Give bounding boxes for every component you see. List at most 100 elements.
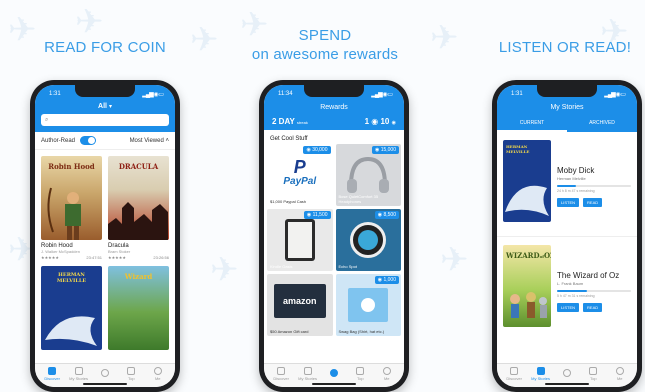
chevron-down-icon[interactable]: ▾ xyxy=(109,104,112,110)
reward-card-swag-bag[interactable]: ◉ 1,000 Swag Bag (Shirt, hat etc.) xyxy=(335,274,401,336)
book-card[interactable]: HERMAN MELVILLE xyxy=(41,266,102,350)
discover-title[interactable]: All xyxy=(98,103,107,110)
story-cover-wizard-of-oz[interactable]: WIZARDofOZ xyxy=(503,245,551,327)
reward-cost: ◉ 11,500 xyxy=(303,211,331,219)
tab-me[interactable]: Me xyxy=(377,366,397,381)
coin-icon: ◉ xyxy=(377,277,383,283)
notch xyxy=(75,85,135,97)
tab-label: Me xyxy=(616,375,623,381)
coin-value: 10 xyxy=(380,117,390,126)
book-card[interactable]: DRACULA Dracula Bram Stoker ★★★★★ 23:26:… xyxy=(108,156,169,260)
book-cover-dracula[interactable]: DRACULA xyxy=(108,156,169,240)
person-icon xyxy=(153,366,162,375)
author-read-toggle[interactable] xyxy=(79,136,96,145)
tab-me[interactable]: Me xyxy=(148,366,168,381)
listen-button[interactable]: LISTEN xyxy=(557,303,580,312)
reward-card-amazon[interactable]: amazon $50 Amazon Gift card xyxy=(267,274,333,336)
reward-card-echo-spot[interactable]: ◉ 8,500 Echo Spot xyxy=(335,209,401,271)
home-indicator xyxy=(83,383,127,385)
story-item[interactable]: WIZARDofOZ The Wizard of Oz L. Frank Bau… xyxy=(497,236,637,340)
reward-card-paypal[interactable]: ◉ 30,000 P PayPal $1,000 Paypal Cash xyxy=(267,144,333,206)
author-read-filter[interactable]: Author-Read xyxy=(41,136,96,145)
story-author: Herman Melville xyxy=(557,176,586,181)
stories-icon xyxy=(303,366,312,375)
paypal-wordmark: PayPal xyxy=(283,175,317,187)
rewards-title: Rewards xyxy=(320,104,348,111)
discover-icon xyxy=(510,366,519,375)
tab-label: Discover xyxy=(44,375,60,381)
book-cover-moby-dick[interactable]: HERMAN MELVILLE xyxy=(41,266,102,350)
author-read-label: Author-Read xyxy=(41,138,76,145)
reward-cost: ◉ 15,000 xyxy=(371,146,399,154)
amazon-gift-card: amazon xyxy=(273,284,326,318)
story-remaining: 5 h 47 m 31 s remaining xyxy=(557,294,595,298)
tab-current[interactable]: CURRENT xyxy=(497,116,567,132)
book-card[interactable]: Robin Hood Robin Hood J. Walker McSpadde… xyxy=(41,156,102,260)
story-progress-fill xyxy=(557,185,576,187)
castle-illustration-icon xyxy=(108,202,168,240)
book-cover-robin-hood[interactable]: Robin Hood xyxy=(41,156,102,240)
caption-read-for-coin: READ FOR COIN xyxy=(44,39,166,56)
tab-label: My Stories xyxy=(531,375,551,381)
story-item[interactable]: HERMAN MELVILLE Moby Dick Herman Melville… xyxy=(497,132,637,236)
filter-row: Author-Read Most Viewed ˄ xyxy=(35,132,175,150)
reward-card-kindle[interactable]: ◉ 11,500 Kindle Oasis xyxy=(267,209,333,271)
story-cover-moby-dick[interactable]: HERMAN MELVILLE xyxy=(503,140,551,222)
rewards-grid: ◉ 30,000 P PayPal $1,000 Paypal Cash ◉ 1… xyxy=(264,144,404,336)
read-button[interactable]: READ xyxy=(583,303,603,312)
reward-card-headphones[interactable]: ◉ 15,000 Bose QuietComfort 35 Headphones xyxy=(335,144,401,206)
book-cover-wizard[interactable]: Wizard xyxy=(108,266,169,350)
tab-discover[interactable]: Discover xyxy=(42,366,62,381)
tab-top[interactable]: Top xyxy=(583,366,603,381)
tab-my-stories[interactable]: My Stories xyxy=(531,366,551,381)
echo-spot-icon xyxy=(350,222,387,258)
tab-label: Me xyxy=(383,375,390,381)
tab-top[interactable]: Top xyxy=(121,366,141,381)
tab-archived[interactable]: ARCHIVED xyxy=(567,116,637,132)
coin-small-icon: ◉ xyxy=(391,120,396,126)
book-meta: ★★★★★ 23:47:51 xyxy=(41,255,102,260)
tab-discover[interactable]: Discover xyxy=(271,366,291,381)
tab-discover[interactable]: Discover xyxy=(504,366,524,381)
chart-icon xyxy=(356,366,365,375)
streak: 2 DAY streak xyxy=(272,117,308,126)
tab-coin[interactable] xyxy=(324,369,344,378)
tab-coin[interactable] xyxy=(557,369,577,378)
characters-illustration-icon xyxy=(510,292,547,318)
story-remaining: 24 h 8 m 47 s remaining xyxy=(557,189,595,193)
book-views: 23:26:56 xyxy=(153,255,169,260)
sort-dropdown[interactable]: Most Viewed ˄ xyxy=(130,138,169,144)
read-button[interactable]: READ xyxy=(583,198,603,207)
screen-rewards: 11:34 ▂▄▆ ◉ ▭ Rewards 2 DAY streak 1 ◉ 1… xyxy=(264,85,404,387)
tab-my-stories[interactable]: My Stories xyxy=(298,366,318,381)
kindle-device-icon xyxy=(284,219,315,261)
tab-my-stories[interactable]: My Stories xyxy=(69,366,89,381)
phone-my-stories: 1:31 ▂▄▆ ◉ ▭ My Stories CURRENT ARCHIVED… xyxy=(492,80,642,392)
tab-label: Top xyxy=(590,375,597,381)
listen-button[interactable]: LISTEN xyxy=(557,198,580,207)
chart-icon xyxy=(589,366,598,375)
coin-icon: ◉ xyxy=(306,147,311,153)
reward-cost-value: 11,500 xyxy=(312,212,328,218)
tab-label: Me xyxy=(154,375,161,381)
coin-balance: 1 ◉ 10 ◉ xyxy=(365,117,396,126)
story-title: Moby Dick xyxy=(557,166,595,175)
tab-top[interactable]: Top xyxy=(350,366,370,381)
bird-watermark-icon: ✈ xyxy=(440,241,469,279)
book-grid: Robin Hood Robin Hood J. Walker McSpadde… xyxy=(35,150,175,356)
book-author: J. Walker McSpadden xyxy=(41,249,80,254)
streak-label: streak xyxy=(296,120,308,125)
person-icon xyxy=(382,366,391,375)
tab-label: Discover xyxy=(273,375,289,381)
tab-me[interactable]: Me xyxy=(610,366,630,381)
home-indicator xyxy=(312,383,356,385)
search-input[interactable]: ⌕ xyxy=(41,114,169,126)
book-card[interactable]: Wizard xyxy=(108,266,169,350)
tab-coin[interactable] xyxy=(95,369,115,378)
app-store-showcase: ✈ ✈ ✈ ✈ ✈ ✈ ✈ ✈ ✈ ✈ READ FOR COIN SPEND … xyxy=(0,0,645,392)
book-meta: ★★★★★ 23:26:56 xyxy=(108,255,169,260)
story-author: L. Frank Baum xyxy=(557,281,584,286)
rewards-header: Rewards xyxy=(264,101,404,115)
signal-icon: ▂▄▆ ◉ ▭ xyxy=(604,91,626,98)
reward-cost-value: 15,000 xyxy=(380,147,396,153)
